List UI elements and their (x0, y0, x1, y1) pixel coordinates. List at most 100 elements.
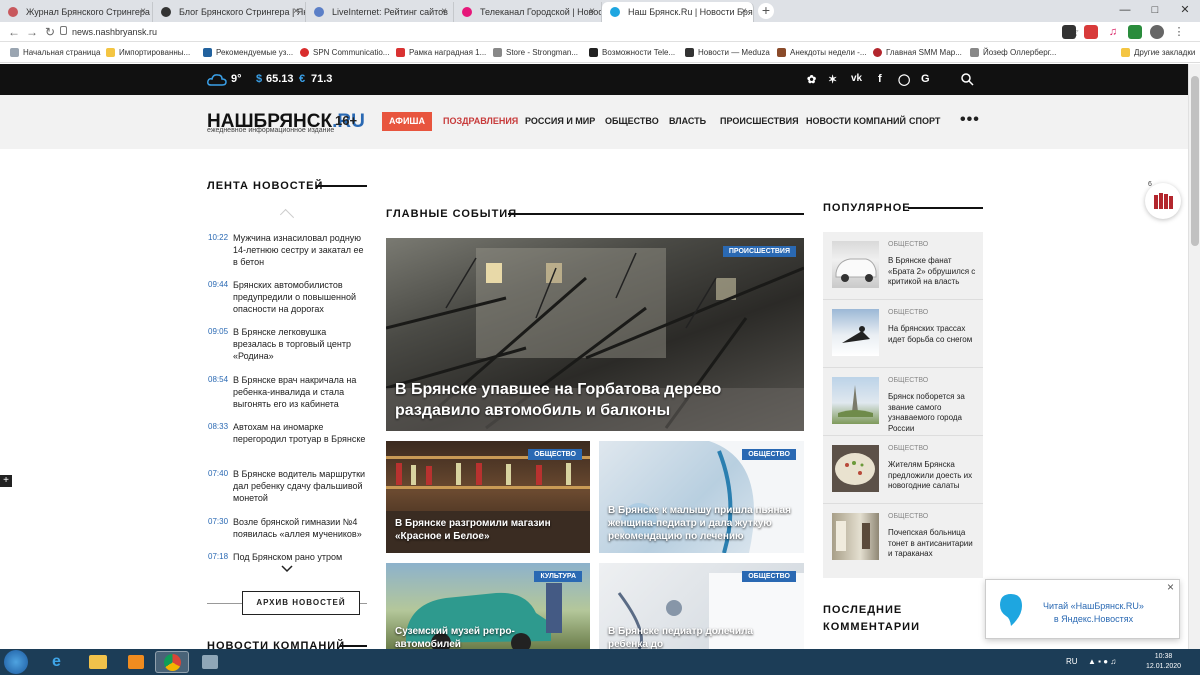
hero-title[interactable]: В Брянске упавшее на Горбатова дерево ра… (395, 379, 794, 421)
card-title[interactable]: В Брянске разгромили магазин «Красное и … (395, 517, 580, 543)
category-badge[interactable]: Общество (528, 449, 582, 460)
card-title[interactable]: В Брянске педиатр долечила ребенка до (608, 625, 794, 649)
browser-tab[interactable]: LiveInternet: Рейтинг сайтов × (306, 2, 454, 22)
ie-taskbar-icon[interactable]: e (43, 651, 77, 673)
music-extension-icon[interactable]: ♫ (1106, 25, 1120, 39)
tray-icons[interactable]: ▲ ▪ ● ♫ (1088, 649, 1116, 675)
bookmark-item[interactable]: SPN Communicatio... (300, 42, 389, 63)
popular-item[interactable]: Общество На брянских трассах идет борьба… (823, 300, 983, 368)
browser-tab[interactable]: Блог Брянского Стрингера | Ян × (153, 2, 306, 22)
search-icon[interactable] (961, 73, 974, 86)
popular-text[interactable]: На брянских трассах идет борьба со снего… (888, 324, 978, 345)
feed-item[interactable]: Брянских автомобилистов предупредили о п… (233, 279, 368, 315)
category-badge[interactable]: Происшествия (722, 246, 796, 257)
yandex-news-popup[interactable]: Читай «НашБрянск.RU» в Яндекс.Новостях × (985, 579, 1180, 639)
bookmark-item[interactable]: Новости — Meduza (685, 42, 770, 63)
forward-icon[interactable]: → (24, 24, 40, 40)
hero-news-card[interactable]: Происшествия В Брянске упавшее на Горбат… (386, 238, 804, 431)
feed-scroll-down-icon[interactable] (281, 565, 293, 573)
vk-icon[interactable]: vk (851, 73, 862, 84)
close-popup-icon[interactable]: × (1167, 580, 1174, 594)
start-button[interactable] (4, 650, 28, 674)
nav-sport[interactable]: Спорт (909, 112, 940, 131)
more-menu-icon[interactable]: ••• (960, 111, 980, 129)
close-tab-icon[interactable]: × (741, 2, 747, 22)
feed-item[interactable]: Под Брянском рано утром (233, 551, 368, 563)
reload-icon[interactable]: ↻ (42, 24, 58, 40)
nav-incidents[interactable]: Происшествия (720, 112, 799, 131)
bookmark-item[interactable]: Рекомендуемые уз... (203, 42, 293, 63)
feed-item[interactable]: Мужчина изнасиловал родную 14-летнюю сес… (233, 232, 368, 268)
news-card[interactable]: Культура Суземский музей ретро-автомобил… (386, 563, 590, 649)
minimize-icon[interactable]: — (1110, 0, 1140, 20)
extension-icon[interactable] (1084, 25, 1098, 39)
language-indicator[interactable]: RU (1066, 649, 1078, 675)
close-tab-icon[interactable]: × (441, 2, 447, 22)
instagram-icon[interactable]: ◯ (898, 73, 910, 86)
app-taskbar-icon[interactable] (193, 651, 227, 673)
feed-item[interactable]: В Брянске водитель маршрутки дал ребенку… (233, 468, 368, 504)
popular-text[interactable]: Жителям Брянска предложили доесть их нов… (888, 460, 978, 492)
feed-scroll-up-icon[interactable] (279, 208, 295, 224)
category-badge[interactable]: Общество (742, 571, 796, 582)
extension-icon[interactable] (1062, 25, 1076, 39)
side-plus-button[interactable]: + (0, 475, 12, 487)
feed-item[interactable]: Автохам на иномарке перегородил тротуар … (233, 421, 368, 445)
card-title[interactable]: В Брянске к малышу пришла пьяная женщина… (608, 504, 794, 543)
feed-item[interactable]: Возле брянской гимназии №4 появилась «ал… (233, 516, 368, 540)
url-field[interactable]: news.nashbryansk.ru (72, 25, 157, 39)
archive-button[interactable]: АРХИВ НОВОСТЕЙ (242, 591, 360, 615)
category-badge[interactable]: Культура (534, 571, 582, 582)
bookmark-item[interactable]: Главная SMM Мар... (873, 42, 962, 63)
bookmark-item[interactable]: Йозеф Оллерберг... (970, 42, 1056, 63)
feed-item[interactable]: В Брянске врач накричала на ребенка-инва… (233, 374, 368, 410)
nav-afisha[interactable]: Афиша (382, 112, 432, 131)
bookmark-item[interactable]: Анекдоты недели -... (777, 42, 867, 63)
popular-item[interactable]: Общество Почепская больница тонет в анти… (823, 504, 983, 572)
twitter-icon[interactable]: ✶ (828, 73, 837, 86)
explorer-taskbar-icon[interactable] (81, 651, 115, 673)
close-tab-icon[interactable]: × (140, 2, 146, 22)
popular-text[interactable]: Почепская больница тонет в антисанитарии… (888, 528, 978, 560)
bookmark-item[interactable]: Store - Strongman... (493, 42, 578, 63)
popular-text[interactable]: В Брянске фанат «Брата 2» обрушился с кр… (888, 256, 978, 288)
nav-company-news[interactable]: Новости компаний (806, 112, 906, 131)
bookmark-item[interactable]: Импортированны... (106, 42, 190, 63)
news-card[interactable]: Общество В Брянске разгромили магазин «К… (386, 441, 590, 553)
media-player-taskbar-icon[interactable] (119, 651, 153, 673)
browser-tab-active[interactable]: Наш Брянск.Ru | Новости Брян × (602, 2, 754, 22)
popular-text[interactable]: Брянск поборется за звание самого узнава… (888, 392, 978, 434)
nav-society[interactable]: Общество (605, 112, 659, 131)
card-title[interactable]: Суземский музей ретро-автомобилей (395, 625, 580, 649)
back-icon[interactable]: ← (6, 24, 22, 40)
yandex-line-1[interactable]: Читай «НашБрянск.RU» (1031, 600, 1156, 613)
nav-greetings[interactable]: Поздравления (443, 112, 518, 131)
chrome-taskbar-icon[interactable] (155, 651, 189, 673)
comments-widget-button[interactable] (1145, 183, 1181, 219)
page-scrollbar[interactable] (1188, 64, 1200, 649)
browser-tab[interactable]: Журнал Брянского Стрингера × (0, 2, 153, 22)
nav-power[interactable]: Власть (669, 112, 706, 131)
new-tab-button[interactable]: + (758, 3, 774, 19)
bookmark-item[interactable]: Другие закладки (1121, 42, 1195, 63)
bookmark-item[interactable]: Начальная страница (10, 42, 100, 63)
popular-item[interactable]: Общество В Брянске фанат «Брата 2» обруш… (823, 232, 983, 300)
avatar[interactable] (1150, 25, 1164, 39)
bookmark-item[interactable]: Возможности Tele... (589, 42, 675, 63)
yandex-line-2[interactable]: в Яндекс.Новостях (1031, 613, 1156, 626)
clock[interactable]: 10:38 12.01.2020 (1146, 652, 1181, 672)
scrollbar-thumb[interactable] (1191, 76, 1199, 246)
popular-item[interactable]: Общество Брянск поборется за звание само… (823, 368, 983, 436)
close-tab-icon[interactable]: × (293, 2, 299, 22)
browser-tab[interactable]: Телеканал Городской | Новост × (454, 2, 602, 22)
odnoklassniki-icon[interactable]: ✿ (807, 73, 816, 86)
feed-item[interactable]: В Брянске легковушка врезалась в торговы… (233, 326, 368, 362)
popular-item[interactable]: Общество Жителям Брянска предложили доес… (823, 436, 983, 504)
news-card[interactable]: Общество В Брянске к малышу пришла пьяна… (599, 441, 804, 553)
category-badge[interactable]: Общество (742, 449, 796, 460)
facebook-icon[interactable]: f (878, 73, 882, 85)
maximize-icon[interactable]: □ (1140, 0, 1170, 20)
close-tab-icon[interactable]: × (589, 2, 595, 22)
extension-icon[interactable] (1128, 25, 1142, 39)
bookmark-item[interactable]: Рамка наградная 1... (396, 42, 486, 63)
